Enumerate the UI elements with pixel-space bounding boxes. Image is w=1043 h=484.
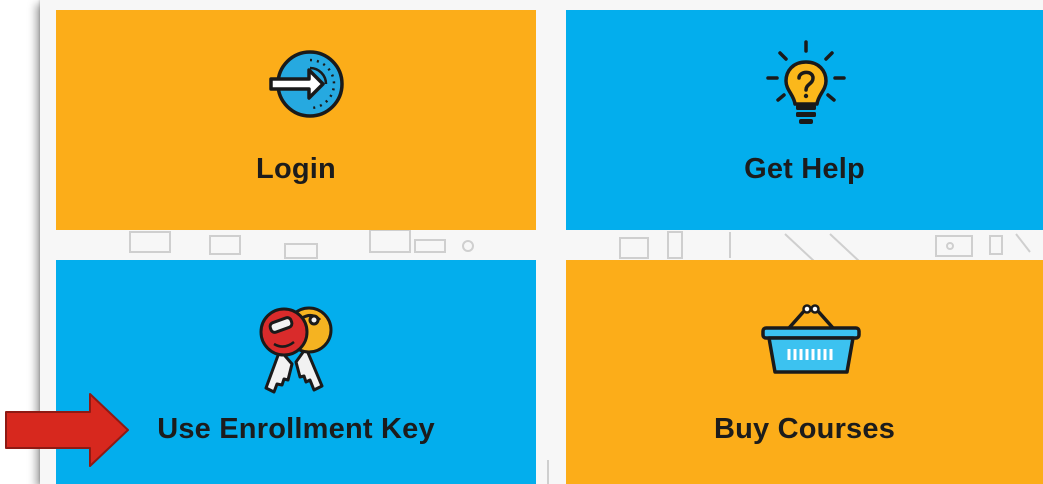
login-label: Login	[256, 153, 336, 185]
get-help-label: Get Help	[744, 153, 865, 185]
get-help-tile[interactable]: Get Help	[566, 10, 1043, 230]
keys-icon	[259, 306, 333, 394]
buy-courses-tile[interactable]: Buy Courses	[566, 260, 1043, 484]
buy-courses-label: Buy Courses	[713, 413, 896, 445]
lightbulb-question-icon	[766, 40, 846, 124]
dashboard-frame: Login Get Help Use Enrollment Key Buy Co…	[40, 0, 1043, 484]
login-tile[interactable]: Login	[56, 10, 536, 230]
shopping-basket-icon	[761, 304, 861, 374]
login-arrow-circle-icon	[269, 50, 344, 118]
red-arrow-pointer	[5, 393, 129, 467]
